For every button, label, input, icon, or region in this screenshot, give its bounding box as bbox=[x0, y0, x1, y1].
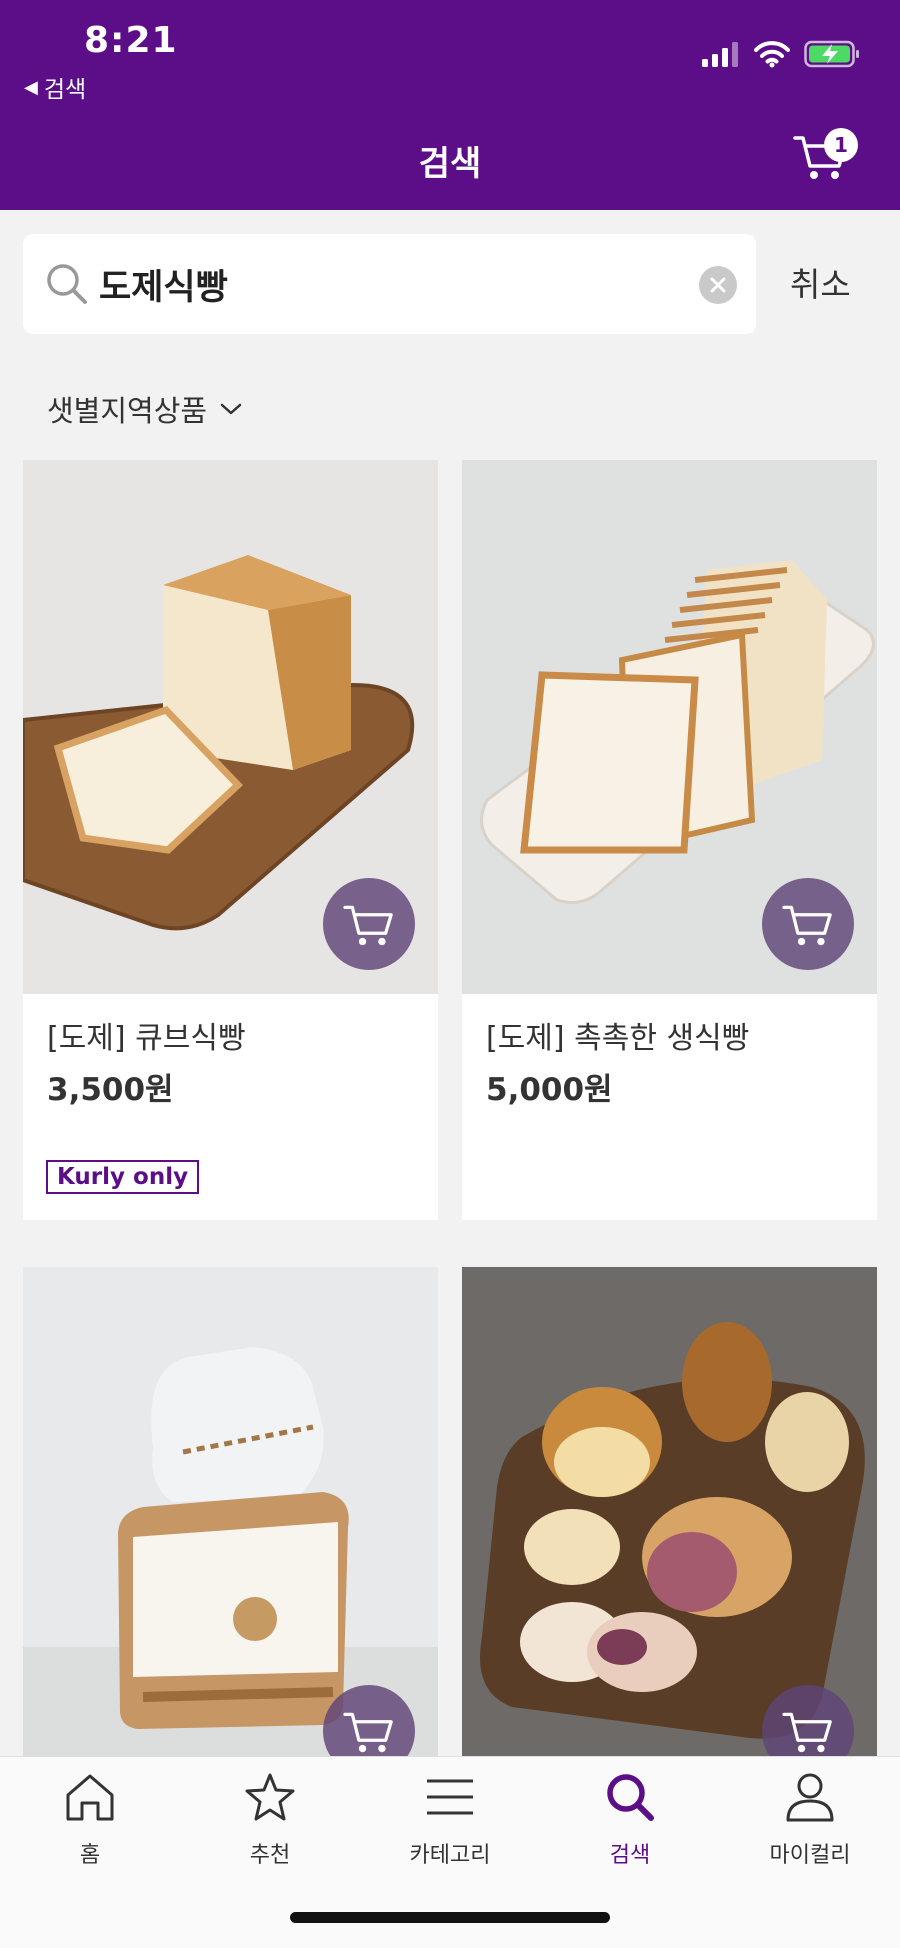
menu-icon bbox=[427, 1779, 473, 1815]
signal-icon bbox=[702, 42, 738, 67]
tab-my-kurly[interactable]: 마이컬리 bbox=[735, 1771, 885, 1869]
search-icon bbox=[47, 264, 87, 304]
tab-recommend-label: 추천 bbox=[249, 1843, 291, 1868]
back-arrow-icon: ◀ bbox=[24, 76, 38, 98]
status-icons bbox=[702, 40, 860, 68]
page-title: 검색 bbox=[418, 144, 482, 184]
tab-search[interactable]: 검색 bbox=[555, 1771, 705, 1869]
search-input[interactable] bbox=[99, 254, 679, 314]
tab-recommend[interactable]: 추천 bbox=[195, 1771, 345, 1869]
cart-icon bbox=[343, 1712, 393, 1753]
product-price: 5,000원 bbox=[486, 1072, 613, 1108]
tab-category[interactable]: 카테고리 bbox=[375, 1771, 525, 1869]
product-card[interactable]: [도제] 촉촉한 생식빵 5,000원 bbox=[462, 460, 877, 1220]
back-to-search-link[interactable]: ◀ 검색 bbox=[24, 70, 86, 104]
cart-icon bbox=[782, 1712, 832, 1753]
home-indicator bbox=[290, 1912, 610, 1923]
app-header: 8:21 ◀ 검색 검색 1 bbox=[0, 0, 900, 210]
pastry-photo bbox=[462, 1267, 877, 1756]
tab-search-label: 검색 bbox=[609, 1843, 651, 1868]
search-bar bbox=[23, 234, 756, 334]
product-name[interactable]: [도제] 큐브식빵 bbox=[47, 1013, 246, 1057]
cart-icon bbox=[782, 905, 832, 946]
wifi-icon bbox=[754, 41, 790, 68]
region-filter-dropdown[interactable]: 샛별지역상품 bbox=[47, 388, 243, 430]
chevron-down-icon bbox=[220, 403, 242, 415]
star-icon bbox=[245, 1773, 295, 1821]
cancel-button[interactable]: 취소 bbox=[790, 258, 851, 306]
product-card[interactable]: [도제] 큐브식빵 3,500원 Kurly only bbox=[23, 460, 438, 1220]
product-price: 3,500원 bbox=[47, 1072, 174, 1108]
status-time: 8:21 bbox=[84, 20, 178, 61]
tab-category-label: 카테고리 bbox=[409, 1843, 491, 1868]
back-label: 검색 bbox=[43, 77, 87, 103]
person-icon bbox=[786, 1773, 834, 1822]
tab-my-kurly-label: 마이컬리 bbox=[769, 1843, 851, 1868]
kurly-only-badge: Kurly only bbox=[46, 1160, 200, 1194]
close-icon bbox=[710, 277, 726, 293]
bread-bag-photo bbox=[23, 1267, 438, 1756]
tab-home[interactable]: 홈 bbox=[15, 1771, 165, 1869]
cart-count-badge: 1 bbox=[824, 128, 858, 162]
product-image[interactable] bbox=[23, 1267, 438, 1756]
battery-charging-icon bbox=[804, 40, 859, 68]
home-icon bbox=[66, 1774, 114, 1821]
product-card[interactable] bbox=[23, 1267, 438, 1777]
add-to-cart-button[interactable] bbox=[762, 878, 854, 970]
clear-search-button[interactable] bbox=[699, 266, 737, 304]
search-icon bbox=[607, 1774, 654, 1821]
product-name[interactable]: [도제] 촉촉한 생식빵 bbox=[486, 1013, 749, 1057]
cart-icon bbox=[343, 905, 393, 946]
product-card[interactable] bbox=[462, 1267, 877, 1777]
filter-label: 샛별지역상품 bbox=[47, 394, 208, 428]
product-image[interactable] bbox=[462, 1267, 877, 1756]
add-to-cart-button[interactable] bbox=[323, 878, 415, 970]
tab-home-label: 홈 bbox=[79, 1843, 101, 1868]
